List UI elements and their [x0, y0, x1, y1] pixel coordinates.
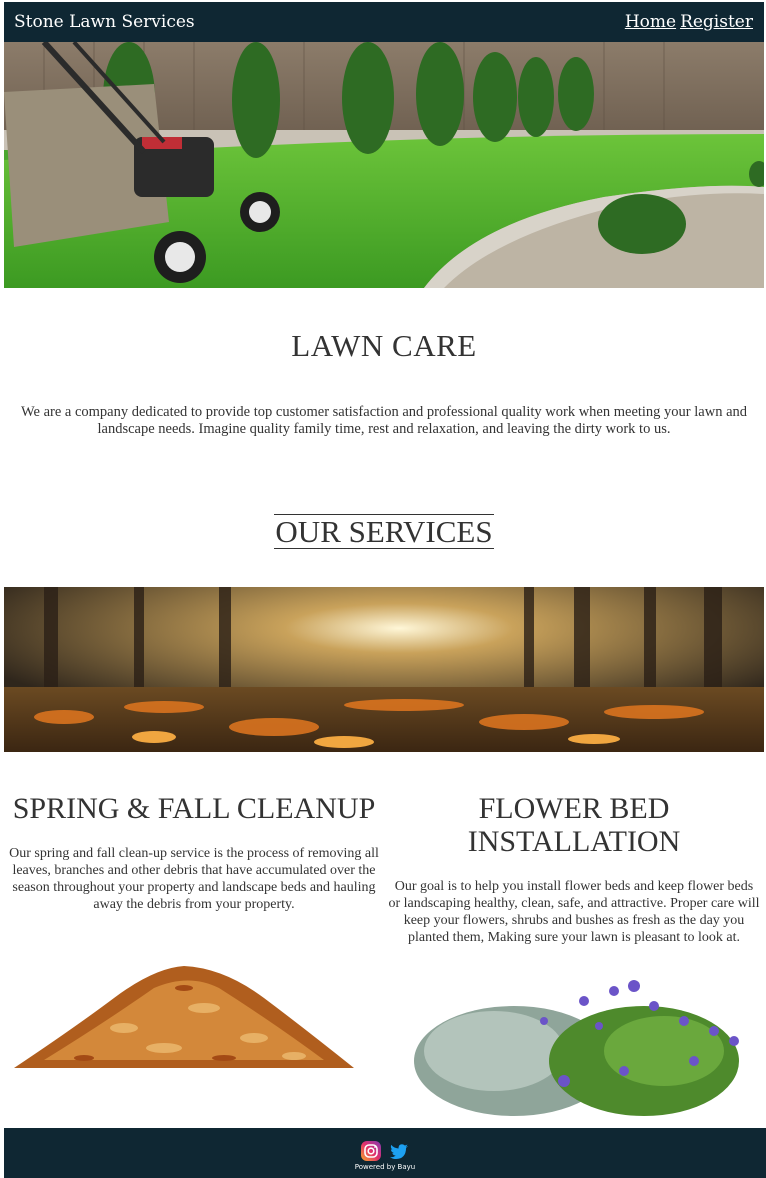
header-bar: Stone Lawn Services Home Register [4, 2, 764, 42]
flower-bush-illustration [414, 980, 739, 1116]
page: Stone Lawn Services Home Register LAWN C… [4, 2, 764, 1121]
instagram-icon[interactable] [360, 1140, 382, 1162]
powered-by-text: Powered by Bayu [354, 1163, 416, 1171]
service-cleanup-title: SPRING & FALL CLEANUP [12, 792, 376, 825]
lawn-mower-illustration [4, 42, 764, 288]
service-cleanup-text: Our spring and fall clean-up service is … [9, 846, 379, 912]
brand-title: Stone Lawn Services [14, 12, 195, 32]
social-icons [4, 1128, 766, 1162]
nav-home-link[interactable]: Home [625, 12, 676, 32]
leaf-pile-image [4, 928, 384, 1088]
lawn-care-title: LAWN CARE [291, 328, 477, 363]
twitter-icon[interactable] [388, 1140, 410, 1162]
service-cleanup: SPRING & FALL CLEANUP Our spring and fal… [4, 792, 384, 1121]
service-flowerbed: FLOWER BED INSTALLATION Our goal is to h… [384, 792, 764, 1121]
flower-bush-image [384, 961, 764, 1121]
services-heading-wrap: OUR SERVICES [4, 514, 764, 549]
service-flowerbed-title: FLOWER BED INSTALLATION [467, 792, 681, 858]
nav-register-link[interactable]: Register [680, 12, 753, 32]
service-flowerbed-text: Our goal is to help you install flower b… [388, 879, 760, 945]
hero-lawn-image [4, 42, 764, 288]
services-columns: SPRING & FALL CLEANUP Our spring and fal… [4, 792, 764, 1121]
nav: Home Register [621, 12, 753, 32]
footer-bar: Powered by Bayu [4, 1128, 766, 1178]
forest-leaves-image [4, 587, 764, 752]
leaf-pile-illustration [14, 966, 354, 1068]
autumn-leaves-banner [4, 587, 764, 752]
our-services-title: OUR SERVICES [274, 514, 494, 549]
intro-paragraph: We are a company dedicated to provide to… [20, 404, 748, 437]
